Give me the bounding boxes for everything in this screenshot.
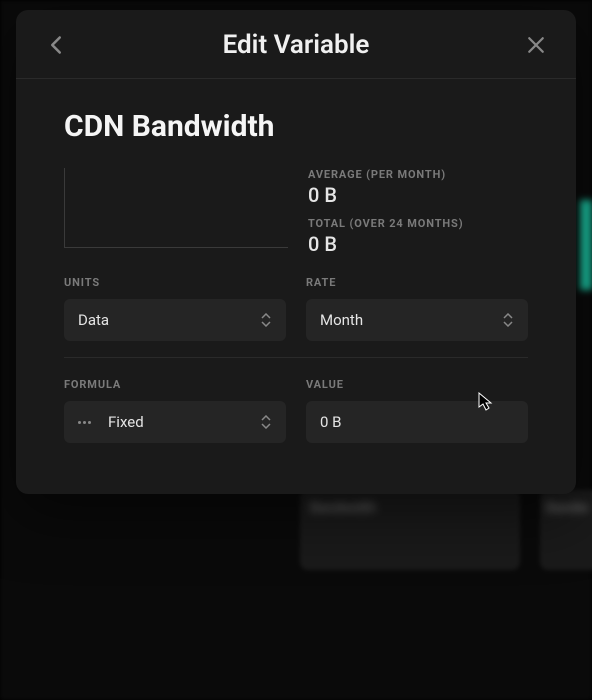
close-icon	[527, 36, 545, 54]
stat-label: AVERAGE (PER MONTH)	[308, 168, 528, 181]
updown-icon	[260, 414, 272, 430]
edit-variable-modal: Edit Variable CDN Bandwidth AVERAGE (PER…	[16, 10, 576, 494]
chart-placeholder	[64, 168, 288, 248]
field-label: UNITS	[64, 276, 286, 289]
bg-text: Bandwidth	[310, 500, 510, 516]
select-value: Fixed	[108, 413, 144, 431]
bg-card: Bandw	[540, 490, 592, 570]
modal-header: Edit Variable	[16, 10, 576, 79]
stats-row: AVERAGE (PER MONTH) 0 B TOTAL (OVER 24 M…	[64, 168, 528, 256]
stats-column: AVERAGE (PER MONTH) 0 B TOTAL (OVER 24 M…	[308, 168, 528, 256]
modal-body: CDN Bandwidth AVERAGE (PER MONTH) 0 B TO…	[16, 79, 576, 489]
formula-select[interactable]: Fixed	[64, 401, 286, 443]
select-value: Data	[78, 311, 109, 329]
rate-select[interactable]: Month	[306, 299, 528, 341]
stat-label: TOTAL (OVER 24 MONTHS)	[308, 217, 528, 230]
close-button[interactable]	[524, 33, 548, 57]
modal-title: Edit Variable	[68, 30, 524, 60]
field-label: VALUE	[306, 378, 528, 391]
fields-row-2: FORMULA Fixed VALUE	[64, 378, 528, 443]
stat-value: 0 B	[308, 183, 528, 207]
value-input[interactable]: 0 B	[306, 401, 528, 443]
updown-icon	[502, 312, 514, 328]
variable-name: CDN Bandwidth	[64, 109, 528, 144]
stat-value: 0 B	[308, 232, 528, 256]
divider	[64, 357, 528, 358]
bg-teal-accent	[580, 200, 592, 290]
units-select[interactable]: Data	[64, 299, 286, 341]
updown-icon	[260, 312, 272, 328]
stat-total: TOTAL (OVER 24 MONTHS) 0 B	[308, 217, 528, 256]
dots-icon	[78, 421, 98, 424]
bg-card: Bandwidth	[300, 490, 520, 570]
stat-average: AVERAGE (PER MONTH) 0 B	[308, 168, 528, 207]
back-button[interactable]	[44, 33, 68, 57]
value-field: VALUE 0 B	[306, 378, 528, 443]
field-label: RATE	[306, 276, 528, 289]
formula-field: FORMULA Fixed	[64, 378, 286, 443]
chevron-left-icon	[49, 35, 63, 55]
fields-row-1: UNITS Data RATE Month	[64, 276, 528, 341]
units-field: UNITS Data	[64, 276, 286, 341]
field-label: FORMULA	[64, 378, 286, 391]
rate-field: RATE Month	[306, 276, 528, 341]
select-value: Month	[320, 311, 363, 329]
input-value: 0 B	[320, 413, 342, 431]
